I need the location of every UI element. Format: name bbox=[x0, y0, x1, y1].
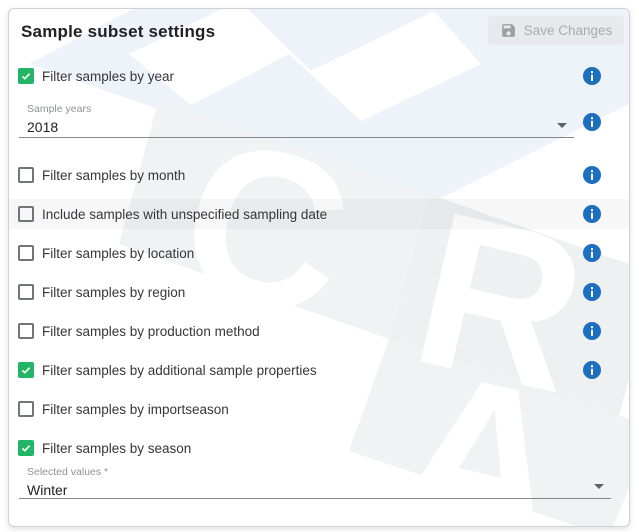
sample-years-select[interactable]: Sample years 2018 bbox=[19, 101, 574, 138]
sample-subset-settings-card: C R A Sample subset settings Save Change… bbox=[8, 8, 630, 527]
filter-row-label: Filter samples by importseason bbox=[42, 402, 229, 417]
select-label: Sample years bbox=[27, 103, 574, 115]
filter-row-month: Filter samples by month bbox=[9, 160, 629, 190]
filter-row-label: Filter samples by month bbox=[42, 168, 185, 183]
filter-production-method-checkbox[interactable] bbox=[18, 323, 34, 339]
include-unspecified-date-checkbox[interactable] bbox=[18, 206, 34, 222]
info-icon[interactable] bbox=[583, 166, 601, 184]
filter-importseason-checkbox[interactable] bbox=[18, 401, 34, 417]
filter-year-checkbox[interactable] bbox=[18, 68, 34, 84]
filter-row-region: Filter samples by region bbox=[9, 277, 629, 307]
filter-month-checkbox[interactable] bbox=[18, 167, 34, 183]
chevron-down-icon bbox=[557, 123, 567, 128]
info-icon[interactable] bbox=[583, 283, 601, 301]
filter-row-additional-properties: Filter samples by additional sample prop… bbox=[9, 355, 629, 385]
select-value: Winter bbox=[27, 482, 611, 498]
save-icon bbox=[500, 22, 517, 39]
filter-row-label: Include samples with unspecified samplin… bbox=[42, 207, 327, 222]
filter-row-label: Filter samples by production method bbox=[42, 324, 260, 339]
filter-region-checkbox[interactable] bbox=[18, 284, 34, 300]
filter-row-location: Filter samples by location bbox=[9, 238, 629, 268]
filter-additional-properties-checkbox[interactable] bbox=[18, 362, 34, 378]
save-button-label: Save Changes bbox=[524, 23, 613, 38]
filter-season-checkbox[interactable] bbox=[18, 440, 34, 456]
filter-row-label: Filter samples by location bbox=[42, 246, 194, 261]
chevron-down-icon bbox=[594, 484, 604, 489]
filter-row-unspecified-date: Include samples with unspecified samplin… bbox=[9, 199, 629, 229]
select-value: 2018 bbox=[27, 119, 574, 135]
info-icon[interactable] bbox=[583, 244, 601, 262]
info-icon[interactable] bbox=[583, 113, 601, 131]
select-label: Selected values * bbox=[27, 466, 611, 478]
info-icon[interactable] bbox=[583, 205, 601, 223]
filter-row-production-method: Filter samples by production method bbox=[9, 316, 629, 346]
filter-row-label: Filter samples by additional sample prop… bbox=[42, 363, 317, 378]
filter-row-label: Filter samples by year bbox=[42, 69, 174, 84]
info-icon[interactable] bbox=[583, 67, 601, 85]
filter-row-label: Filter samples by season bbox=[42, 441, 191, 456]
info-icon[interactable] bbox=[583, 361, 601, 379]
save-changes-button[interactable]: Save Changes bbox=[488, 16, 624, 45]
info-icon[interactable] bbox=[583, 322, 601, 340]
filter-row-year: Filter samples by year bbox=[9, 61, 629, 91]
filter-location-checkbox[interactable] bbox=[18, 245, 34, 261]
filter-row-importseason: Filter samples by importseason bbox=[9, 394, 629, 424]
selected-values-select[interactable]: Selected values * Winter bbox=[19, 464, 611, 499]
filter-row-label: Filter samples by region bbox=[42, 285, 185, 300]
page-title: Sample subset settings bbox=[21, 22, 215, 42]
filter-row-season: Filter samples by season bbox=[9, 433, 629, 463]
